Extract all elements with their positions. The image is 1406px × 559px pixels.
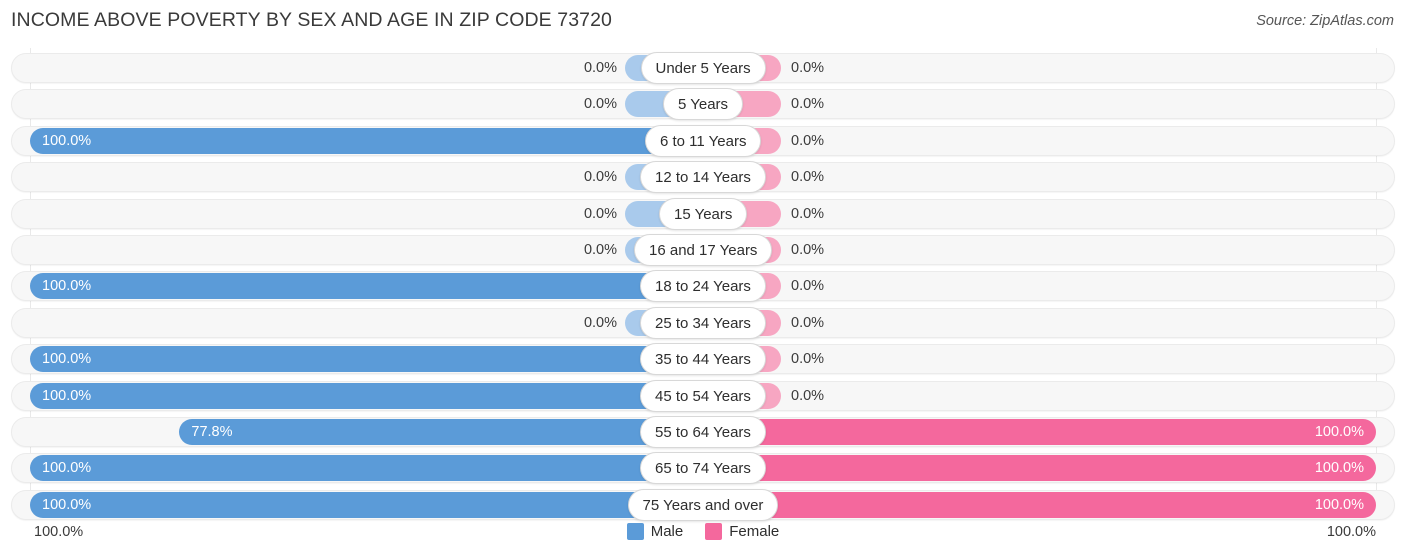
legend-swatch-icon	[705, 523, 723, 540]
female-value-label: 0.0%	[791, 314, 825, 331]
female-value-label: 100.0%	[1314, 424, 1364, 440]
chart-row: 100.0% 0.0% 6 to 11 Years	[0, 124, 1406, 157]
female-value-label: 0.0%	[791, 278, 825, 295]
male-value-label: 0.0%	[583, 60, 617, 76]
male-bar[interactable]	[30, 273, 703, 300]
category-label-pill: 65 to 74 Years	[640, 452, 766, 485]
male-bar[interactable]	[30, 491, 703, 518]
chart-row: 100.0% 0.0% 45 to 54 Years	[0, 379, 1406, 412]
male-value-label: 100.0%	[42, 496, 92, 513]
female-bar[interactable]	[703, 491, 1376, 518]
male-bar[interactable]	[30, 455, 703, 482]
female-bar[interactable]	[703, 455, 1376, 482]
chart-row: 100.0% 0.0% 18 to 24 Years	[0, 270, 1406, 303]
female-value-label: 0.0%	[791, 60, 825, 76]
category-label-pill: 45 to 54 Years	[640, 379, 766, 412]
chart-legend: Male Female	[0, 523, 1406, 540]
source-attribution: Source: ZipAtlas.com	[1256, 13, 1394, 29]
chart-row: 0.0% 0.0% 15 Years	[0, 197, 1406, 230]
chart-row: 100.0% 100.0% 65 to 74 Years	[0, 452, 1406, 485]
male-value-label: 100.0%	[42, 351, 92, 368]
male-value-label: 0.0%	[583, 96, 617, 113]
male-bar[interactable]	[30, 346, 703, 373]
male-bar[interactable]	[179, 419, 703, 445]
male-value-label: 100.0%	[42, 278, 92, 295]
chart-row: 77.8% 100.0% 55 to 64 Years	[0, 416, 1406, 448]
chart-header: INCOME ABOVE POVERTY BY SEX AND AGE IN Z…	[0, 0, 1406, 42]
male-value-label: 100.0%	[42, 132, 92, 149]
male-bar[interactable]	[30, 382, 703, 409]
category-label-pill: 16 and 17 Years	[634, 234, 773, 266]
male-value-label: 0.0%	[583, 205, 617, 222]
female-value-label: 0.0%	[791, 242, 825, 258]
category-label-pill: 15 Years	[659, 197, 748, 230]
chart-footer: 100.0% 100.0% Male Female	[0, 519, 1406, 553]
female-value-label: 0.0%	[791, 132, 825, 149]
legend-swatch-icon	[626, 523, 644, 540]
category-label-pill: Under 5 Years	[640, 52, 766, 84]
chart-row: 0.0% 0.0% 12 to 14 Years	[0, 161, 1406, 194]
female-value-label: 0.0%	[791, 387, 825, 404]
chart-row: 100.0% 100.0% 75 Years and over	[0, 488, 1406, 521]
female-value-label: 0.0%	[791, 96, 825, 113]
category-label-pill: 35 to 44 Years	[640, 343, 766, 376]
male-value-label: 100.0%	[42, 460, 92, 477]
legend-item-female[interactable]: Female	[705, 523, 779, 540]
category-label-pill: 55 to 64 Years	[640, 416, 766, 448]
male-value-label: 77.8%	[191, 424, 233, 440]
female-value-label: 100.0%	[1314, 496, 1364, 513]
category-label-pill: 12 to 14 Years	[640, 161, 766, 194]
category-label-pill: 25 to 34 Years	[640, 306, 766, 339]
female-bar[interactable]	[703, 419, 1376, 445]
male-value-label: 0.0%	[583, 169, 617, 186]
chart-plot-area: 0.0% 0.0% Under 5 Years 0.0% 0.0% 5 Years 100.…	[0, 48, 1406, 521]
male-value-label: 0.0%	[583, 242, 617, 258]
chart-row: 0.0% 0.0% 5 Years	[0, 88, 1406, 121]
chart-row: 0.0% 0.0% Under 5 Years	[0, 52, 1406, 84]
chart-row: 0.0% 0.0% 16 and 17 Years	[0, 234, 1406, 266]
category-label-pill: 18 to 24 Years	[640, 270, 766, 303]
chart-row: 100.0% 0.0% 35 to 44 Years	[0, 343, 1406, 376]
male-value-label: 100.0%	[42, 387, 92, 404]
category-label-pill: 75 Years and over	[627, 488, 779, 521]
legend-item-male[interactable]: Male	[626, 523, 684, 540]
chart-row: 0.0% 0.0% 25 to 34 Years	[0, 306, 1406, 339]
female-value-label: 0.0%	[791, 351, 825, 368]
legend-label: Male	[650, 523, 684, 540]
category-label-pill: 6 to 11 Years	[645, 124, 762, 157]
female-value-label: 100.0%	[1314, 460, 1364, 477]
category-label-pill: 5 Years	[663, 88, 744, 121]
page-title: INCOME ABOVE POVERTY BY SEX AND AGE IN Z…	[11, 9, 613, 31]
male-value-label: 0.0%	[583, 314, 617, 331]
female-value-label: 0.0%	[791, 169, 825, 186]
female-value-label: 0.0%	[791, 205, 825, 222]
male-bar[interactable]	[30, 127, 703, 154]
legend-label: Female	[729, 523, 780, 540]
